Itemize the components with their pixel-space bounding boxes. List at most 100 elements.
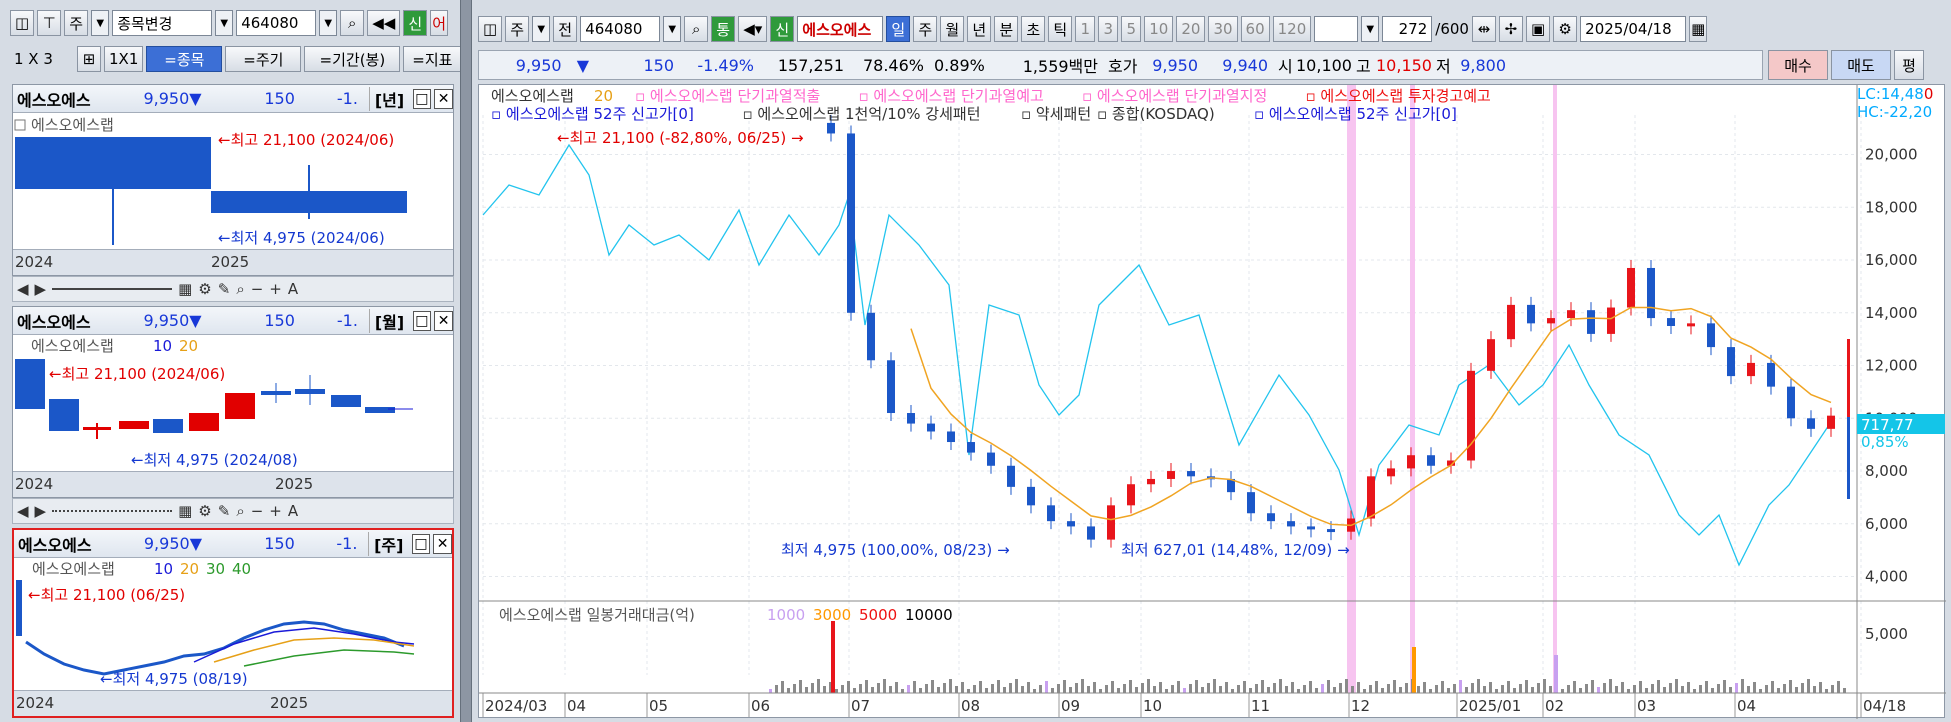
quote-amount: 1,559백만	[1022, 57, 1098, 76]
close-icon[interactable]: ✕	[433, 533, 452, 554]
period-month[interactable]: 월	[940, 16, 965, 42]
search-icon[interactable]: ⌕	[236, 502, 244, 520]
panel-splitter[interactable]	[460, 0, 472, 722]
chart-icon[interactable]: ▦	[178, 280, 192, 298]
left-period-select[interactable]: 주	[64, 10, 89, 36]
cross-icon[interactable]: ✢	[1498, 16, 1523, 42]
main-period-select[interactable]: 주	[505, 16, 530, 42]
right-arrow-icon[interactable]: ▶	[35, 502, 47, 520]
y-tick-label: 12,000	[1865, 357, 1918, 375]
mini-tools: ◀ ▶ ▦ ⚙ ✎ ⌕ − + A	[12, 276, 454, 302]
interval-input[interactable]	[1314, 16, 1359, 42]
mini-chart-year[interactable]: 에스오에스 9,950▼ 150 -1. [년] □ ✕ 에스오에스랩 ←최고 2…	[12, 84, 454, 276]
svg-text:에스오에스랩: 에스오에스랩	[32, 560, 115, 578]
tab-indicator[interactable]: =지표	[403, 46, 462, 72]
main-chart[interactable]: 20,00018,00016,00014,00012,00010,0008,00…	[478, 84, 1946, 719]
mini-chart-month[interactable]: 에스오에스 9,950▼ 150 -1. [월] □ ✕ 에스오에스랩 10 20…	[12, 306, 454, 498]
chevron-down-icon[interactable]: ▼	[532, 16, 551, 42]
chevron-down-icon[interactable]: ▼	[319, 10, 338, 36]
period-tick[interactable]: 틱	[1048, 16, 1073, 42]
tong-button[interactable]: 통	[711, 16, 736, 42]
search-icon[interactable]: ⌕	[684, 16, 709, 42]
mini-chart-week[interactable]: 에스오에스 9,950▼ 150 -1. [주] □ ✕ 에스오에스랩 10 20…	[12, 528, 454, 718]
maximize-icon[interactable]: □	[412, 310, 432, 331]
volume-bar	[1207, 683, 1210, 693]
period-second[interactable]: 초	[1021, 16, 1046, 42]
sound-icon[interactable]: ◀▾	[738, 16, 768, 42]
chart-icon[interactable]: ▦	[178, 502, 192, 520]
plus-icon[interactable]: +	[269, 502, 282, 520]
svg-text:20: 20	[179, 337, 198, 355]
text-icon[interactable]: A	[288, 280, 298, 298]
draw-icon[interactable]: ✎	[218, 502, 231, 520]
num-3[interactable]: 3	[1098, 16, 1119, 42]
num-20[interactable]: 20	[1176, 16, 1206, 42]
grid-icon[interactable]: ⊞	[77, 46, 101, 72]
search-icon[interactable]: ⌕	[236, 280, 244, 298]
close-icon[interactable]: ✕	[434, 88, 453, 109]
volume-bar	[1477, 679, 1480, 693]
single-layout-button[interactable]: 1X1	[104, 46, 144, 72]
rate: -1.	[336, 534, 358, 553]
stock-change-field[interactable]: 종목변경	[112, 10, 213, 36]
left-code-input[interactable]: 464080	[236, 10, 317, 36]
period-day[interactable]: 일	[886, 16, 911, 42]
tab-stock[interactable]: =종목	[146, 46, 223, 72]
chevron-down-icon[interactable]: ▼	[663, 16, 682, 42]
sin-button[interactable]: 신	[770, 16, 795, 42]
text-icon[interactable]: A	[288, 502, 298, 520]
minus-icon[interactable]: −	[251, 280, 264, 298]
stock-name-field[interactable]: 에스오에스	[797, 16, 884, 42]
num-30[interactable]: 30	[1208, 16, 1238, 42]
close-icon[interactable]: ✕	[434, 310, 453, 331]
save-icon[interactable]: ▣	[1525, 16, 1551, 42]
compress-icon[interactable]: ⇹	[1471, 16, 1496, 42]
volume-bar	[1693, 689, 1696, 693]
period-year[interactable]: 년	[967, 16, 992, 42]
sound-icon[interactable]: ◀◀	[367, 10, 401, 36]
tab-period[interactable]: =주기	[225, 46, 302, 72]
date-input[interactable]: 2025/04/18	[1580, 16, 1687, 42]
right-arrow-icon[interactable]: ▶	[35, 280, 47, 298]
volume-bar	[1093, 682, 1096, 693]
chevron-down-icon[interactable]: ▼	[1361, 16, 1380, 42]
num-1[interactable]: 1	[1075, 16, 1096, 42]
search-icon[interactable]: ⌕	[340, 10, 365, 36]
minus-icon[interactable]: −	[251, 502, 264, 520]
alert-tab[interactable]: 어	[430, 10, 449, 36]
gear-icon[interactable]: ⚙	[198, 502, 211, 520]
period-minute[interactable]: 분	[994, 16, 1019, 42]
sell-button[interactable]: 매도	[1831, 50, 1891, 80]
period-week[interactable]: 주	[913, 16, 938, 42]
left-arrow-icon[interactable]: ◀	[17, 502, 29, 520]
num-120[interactable]: 120	[1272, 16, 1312, 42]
gear-icon[interactable]: ⚙	[198, 280, 211, 298]
maximize-icon[interactable]: □	[412, 88, 432, 109]
buy-button[interactable]: 매수	[1768, 50, 1828, 80]
draw-icon[interactable]: ✎	[218, 280, 231, 298]
left-arrow-icon[interactable]: ◀	[17, 280, 29, 298]
volume-bar	[1021, 686, 1024, 693]
gear-icon[interactable]: ⚙	[1553, 16, 1578, 42]
pin-icon[interactable]: ⊤	[37, 10, 62, 36]
signal-button[interactable]: 신	[403, 10, 428, 36]
num-10[interactable]: 10	[1144, 16, 1174, 42]
volume-bar	[1003, 687, 1006, 693]
chevron-down-icon[interactable]: ▼	[91, 10, 110, 36]
chevron-down-icon[interactable]: ▼	[215, 10, 234, 36]
prev-button[interactable]: 전	[553, 16, 578, 42]
calendar-icon[interactable]: ▦	[1689, 16, 1708, 42]
plus-icon[interactable]: +	[269, 280, 282, 298]
min-label: ←최저 4,975 (2024/06)	[218, 229, 385, 247]
window-icon[interactable]: ◫	[478, 16, 503, 42]
avg-button[interactable]: 평	[1894, 50, 1924, 80]
bar-count-input[interactable]: 272	[1382, 16, 1433, 42]
main-code-input[interactable]: 464080	[580, 16, 661, 42]
price-tag-value: 717,77	[1861, 416, 1914, 434]
tab-range[interactable]: =기간(봉)	[304, 46, 401, 72]
num-5[interactable]: 5	[1121, 16, 1142, 42]
maximize-icon[interactable]: □	[411, 533, 431, 554]
volume-bar	[1297, 689, 1300, 693]
window-icon[interactable]: ◫	[10, 10, 35, 36]
num-60[interactable]: 60	[1240, 16, 1270, 42]
